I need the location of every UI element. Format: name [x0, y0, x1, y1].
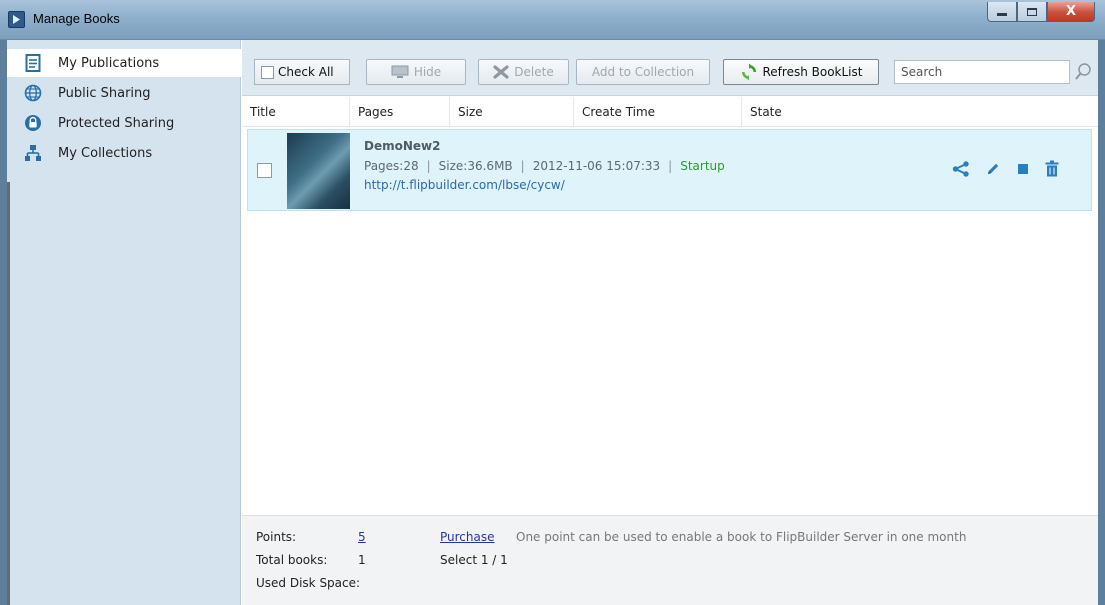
trash-icon[interactable] [1045, 160, 1059, 177]
app-icon [8, 11, 25, 28]
window-title: Manage Books [33, 11, 120, 26]
book-title: DemoNew2 [364, 139, 441, 153]
check-all-checkbox[interactable] [261, 65, 274, 79]
check-all-label: Check All [278, 65, 334, 79]
column-header-pages[interactable]: Pages [350, 97, 450, 127]
column-header-create-time[interactable]: Create Time [574, 97, 742, 127]
column-header-title[interactable]: Title [242, 97, 350, 127]
used-disk-space-label: Used Disk Space: [256, 576, 361, 590]
sidebar-item-protected-sharing[interactable]: Protected Sharing [7, 109, 241, 137]
title-bar[interactable]: Manage Books X [0, 0, 1105, 40]
column-header-size[interactable]: Size [450, 97, 574, 127]
separator: | [668, 159, 673, 173]
globe-icon [24, 84, 42, 102]
column-header-state[interactable]: State [742, 97, 1098, 127]
main-panel: Check All Hide Delete Add to Collection [242, 40, 1098, 605]
delete-button[interactable]: Delete [478, 59, 569, 85]
book-url-link[interactable]: http://t.flipbuilder.com/lbse/cycw/ [364, 178, 565, 192]
row-checkbox[interactable] [257, 163, 272, 178]
minimize-button[interactable] [987, 2, 1017, 22]
maximize-button[interactable] [1017, 2, 1047, 22]
hide-button[interactable]: Hide [366, 59, 466, 85]
sidebar-item-label: My Publications [58, 55, 160, 71]
sidebar-item-my-collections[interactable]: My Collections [7, 139, 241, 167]
delete-label: Delete [514, 65, 554, 79]
add-to-collection-button[interactable]: Add to Collection [576, 59, 710, 85]
monitor-icon [391, 65, 409, 79]
points-note: One point can be used to enable a book t… [516, 530, 967, 544]
search-icon[interactable] [1074, 62, 1092, 85]
total-books-label: Total books: [256, 553, 328, 567]
purchase-link[interactable]: Purchase [440, 530, 495, 544]
book-size: Size:36.6MB [438, 159, 513, 173]
refresh-icon [740, 63, 758, 81]
sidebar-item-label: Protected Sharing [58, 115, 175, 131]
client-area: My Publications Public Sharing Protected… [7, 40, 1098, 605]
document-icon [24, 54, 42, 72]
book-thumbnail[interactable] [287, 133, 350, 209]
sidebar-edge [7, 182, 10, 605]
refresh-booklist-button[interactable]: Refresh BookList [723, 59, 879, 85]
row-actions [952, 160, 1074, 177]
stop-icon[interactable] [1016, 162, 1030, 176]
minimize-icon [997, 13, 1007, 16]
separator: | [426, 159, 431, 173]
points-label: Points: [256, 530, 297, 544]
lock-icon [24, 114, 42, 132]
book-create-time: 2012-11-06 15:07:33 [532, 159, 661, 173]
add-to-collection-label: Add to Collection [591, 65, 695, 79]
window-controls: X [987, 2, 1095, 24]
selection-count: Select 1 / 1 [440, 553, 508, 567]
total-books-value: 1 [358, 553, 366, 567]
close-icon: X [1065, 4, 1077, 19]
share-icon[interactable] [952, 160, 970, 177]
toolbar: Check All Hide Delete Add to Collection [242, 40, 1098, 96]
separator: | [520, 159, 525, 173]
pencil-icon[interactable] [985, 161, 1001, 177]
sidebar-item-public-sharing[interactable]: Public Sharing [7, 79, 241, 107]
book-pages: Pages:28 [364, 159, 419, 173]
hierarchy-icon [24, 144, 42, 162]
hide-label: Hide [413, 65, 442, 79]
sidebar-item-label: My Collections [58, 145, 153, 161]
book-state: Startup [680, 159, 725, 173]
close-button[interactable]: X [1047, 2, 1095, 22]
delete-x-icon [493, 65, 509, 79]
column-header-row: Title Pages Size Create Time State [242, 97, 1098, 127]
refresh-label: Refresh BookList [762, 65, 863, 79]
maximize-icon [1027, 7, 1037, 16]
manage-books-window: Manage Books X My Publications Public Sh… [0, 0, 1105, 605]
book-row[interactable]: DemoNew2 Pages:28 | Size:36.6MB | 2012-11-06… [247, 129, 1092, 211]
status-footer: Points: 5 Purchase One point can be used… [242, 515, 1098, 605]
sidebar: My Publications Public Sharing Protected… [7, 40, 241, 605]
points-value-link[interactable]: 5 [358, 530, 366, 544]
book-meta: Pages:28 | Size:36.6MB | 2012-11-06 15:07:33… [364, 159, 725, 173]
sidebar-item-label: Public Sharing [58, 85, 151, 101]
search-input[interactable]: Search [894, 60, 1070, 84]
check-all-button[interactable]: Check All [254, 59, 350, 85]
sidebar-item-my-publications[interactable]: My Publications [7, 49, 241, 77]
